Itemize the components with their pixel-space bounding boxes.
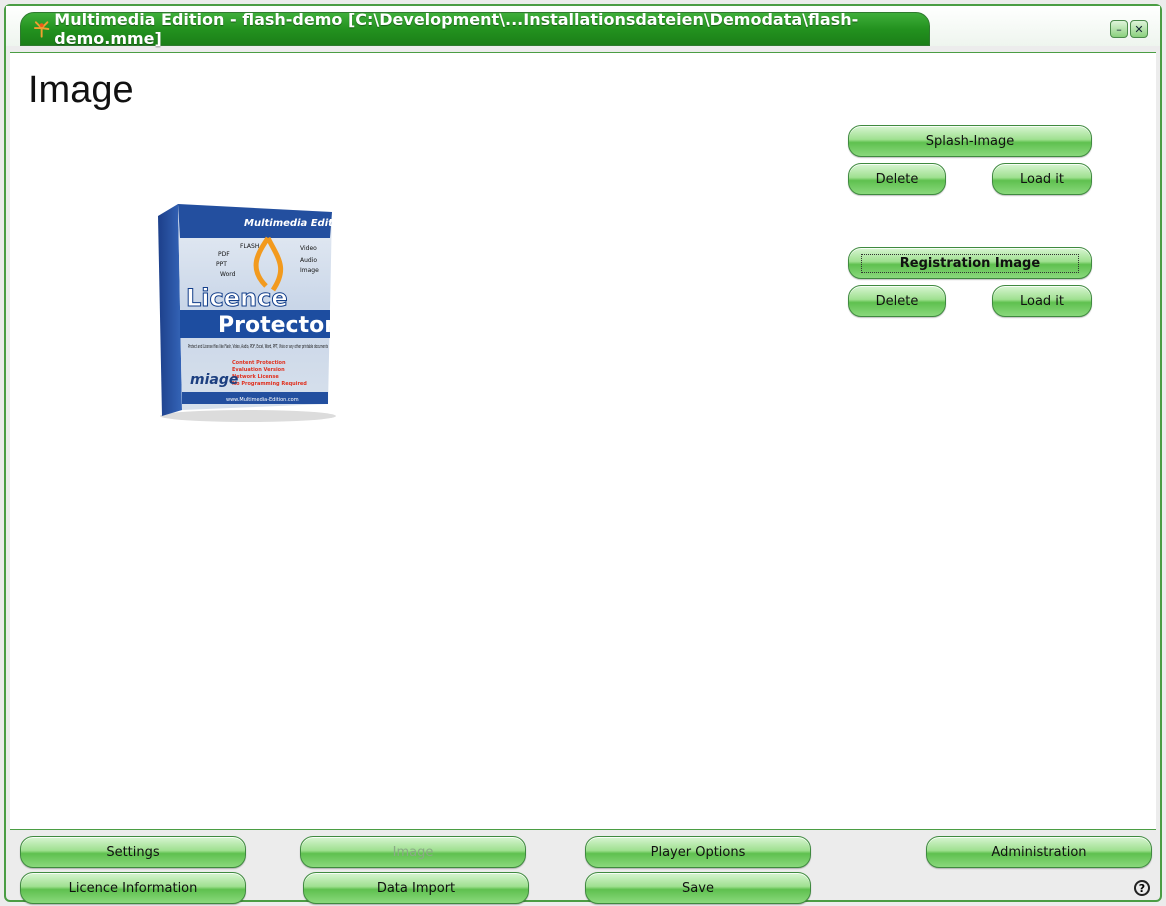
content-area: Image <box>10 52 1156 830</box>
nav-save-label: Save <box>682 880 714 896</box>
registration-delete-button[interactable]: Delete <box>848 285 946 317</box>
registration-load-button[interactable]: Load it <box>992 285 1092 317</box>
product-feature-network-license: Network License <box>232 374 279 380</box>
splash-image-label: Splash-Image <box>925 133 1015 149</box>
splash-load-label: Load it <box>1019 171 1065 187</box>
product-box-ribbon: Multimedia Edition <box>244 218 338 229</box>
product-format-audio: Audio <box>300 257 317 264</box>
registration-image-button[interactable]: Registration Image <box>848 247 1092 279</box>
product-format-flash: FLASH <box>240 243 259 250</box>
product-box-image: Multimedia Edition FLASH Video PDF Audio… <box>158 204 338 422</box>
nav-image-button[interactable]: Image <box>300 836 526 868</box>
title-bar[interactable]: Multimedia Edition - flash-demo [C:\Deve… <box>6 6 1160 48</box>
product-title-line1: Licence <box>186 284 288 312</box>
product-title-line2: Protector <box>218 313 335 338</box>
product-format-image: Image <box>300 267 319 274</box>
nav-player-options-label: Player Options <box>650 844 746 860</box>
help-icon[interactable]: ? <box>1134 880 1150 896</box>
nav-image-label: Image <box>392 844 434 860</box>
product-feature-evaluation-version: Evaluation Version <box>232 367 285 373</box>
window-title: Multimedia Edition - flash-demo [C:\Deve… <box>54 10 859 48</box>
splash-delete-label: Delete <box>875 171 919 187</box>
splash-delete-button[interactable]: Delete <box>848 163 946 195</box>
product-brand: miage <box>190 372 238 388</box>
registration-load-label: Load it <box>1019 293 1065 309</box>
app-logo-icon <box>33 21 50 38</box>
registration-delete-label: Delete <box>875 293 919 309</box>
page-title: Image <box>28 69 134 111</box>
product-format-pdf: PDF <box>218 251 230 258</box>
product-feature-content-protection: Content Protection <box>232 360 286 366</box>
nav-administration-label: Administration <box>991 844 1087 860</box>
nav-settings-label: Settings <box>106 844 160 860</box>
window-controls: – ✕ <box>1110 20 1148 38</box>
nav-licence-information-label: Licence Information <box>68 880 198 896</box>
nav-data-import-label: Data Import <box>376 880 456 896</box>
minimize-button[interactable]: – <box>1110 20 1128 38</box>
nav-licence-information-button[interactable]: Licence Information <box>20 872 246 904</box>
help-glyph: ? <box>1138 881 1146 895</box>
nav-player-options-button[interactable]: Player Options <box>585 836 811 868</box>
product-format-word: Word <box>220 271 236 278</box>
title-tab[interactable]: Multimedia Edition - flash-demo [C:\Deve… <box>20 10 930 48</box>
splash-image-button[interactable]: Splash-Image <box>848 125 1092 157</box>
close-button[interactable]: ✕ <box>1130 20 1148 38</box>
nav-administration-button[interactable]: Administration <box>926 836 1152 868</box>
nav-data-import-button[interactable]: Data Import <box>303 872 529 904</box>
product-feature-no-programming: No Programming Required <box>232 381 307 387</box>
product-format-ppt: PPT <box>216 261 227 268</box>
minimize-icon: – <box>1116 22 1122 36</box>
product-format-video: Video <box>300 245 317 252</box>
close-icon: ✕ <box>1134 22 1144 36</box>
nav-settings-button[interactable]: Settings <box>20 836 246 868</box>
product-website: www.Multimedia-Edition.com <box>226 397 299 403</box>
product-description: Protect and License files like Flash, Vi… <box>188 344 328 350</box>
nav-save-button[interactable]: Save <box>585 872 811 904</box>
splash-load-button[interactable]: Load it <box>992 163 1092 195</box>
registration-image-label: Registration Image <box>860 253 1080 273</box>
